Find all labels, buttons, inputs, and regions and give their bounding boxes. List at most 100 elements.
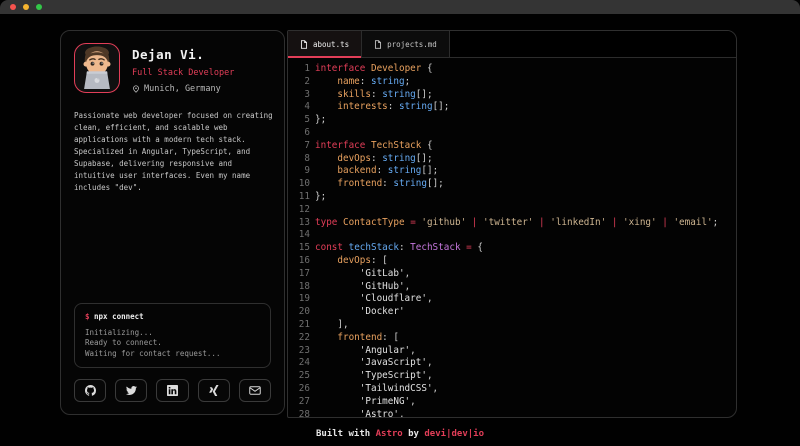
code-editor-panel: about.ts projects.md 1interface Develope… — [287, 30, 737, 418]
line-number: 13 — [288, 217, 310, 230]
code-line: 18 'GitHub', — [288, 281, 736, 294]
code-line: 11}; — [288, 191, 736, 204]
code-area[interactable]: 1interface Developer {2 name: string;3 s… — [288, 58, 736, 417]
astro-link[interactable]: Astro — [376, 429, 403, 439]
line-number: 20 — [288, 306, 310, 319]
terminal-output-line: Initializing... — [85, 328, 260, 339]
line-number: 6 — [288, 127, 310, 140]
code-line: 28 'Astro', — [288, 409, 736, 417]
terminal-output: Initializing... Ready to connect. Waitin… — [85, 328, 260, 360]
code-line: 8 devOps: string[]; — [288, 153, 736, 166]
xing-link-button[interactable] — [198, 379, 230, 402]
email-icon — [249, 385, 261, 396]
line-number: 23 — [288, 345, 310, 358]
file-icon — [300, 40, 308, 49]
line-number: 1 — [288, 63, 310, 76]
profile-role: Full Stack Developer — [132, 68, 234, 78]
tab-label: projects.md — [387, 40, 437, 49]
line-number: 24 — [288, 357, 310, 370]
code-line: 25 'TypeScript', — [288, 370, 736, 383]
profile-header: Dejan Vi. Full Stack Developer Munich, G… — [74, 43, 271, 94]
line-number: 5 — [288, 114, 310, 127]
tab-projects-md[interactable]: projects.md — [362, 31, 450, 57]
line-number: 4 — [288, 101, 310, 114]
terminal-output-line: Ready to connect. — [85, 338, 260, 349]
line-number: 8 — [288, 153, 310, 166]
github-icon — [85, 385, 96, 396]
footer-text: Built with — [316, 429, 376, 439]
minimize-window-button[interactable] — [23, 4, 29, 10]
line-number: 12 — [288, 204, 310, 217]
code-line: 17 'GitLab', — [288, 268, 736, 281]
line-number: 7 — [288, 140, 310, 153]
page-footer: Built with Astro by devi|dev|io — [0, 429, 800, 439]
line-number: 14 — [288, 229, 310, 242]
terminal-widget: $ npx connect Initializing... Ready to c… — [74, 303, 271, 369]
code-line: 27 'PrimeNG', — [288, 396, 736, 409]
profile-card: Dejan Vi. Full Stack Developer Munich, G… — [60, 30, 285, 415]
window-titlebar — [0, 0, 800, 14]
terminal-output-line: Waiting for contact request... — [85, 349, 260, 360]
linkedin-link-button[interactable] — [156, 379, 188, 402]
code-line: 24 'JavaScript', — [288, 357, 736, 370]
code-line: 14 — [288, 229, 736, 242]
code-line: 4 interests: string[]; — [288, 101, 736, 114]
terminal-command: npx connect — [90, 312, 144, 321]
close-window-button[interactable] — [10, 4, 16, 10]
code-line: 23 'Angular', — [288, 345, 736, 358]
location-pin-icon — [132, 85, 140, 93]
code-line: 12 — [288, 204, 736, 217]
line-number: 22 — [288, 332, 310, 345]
code-line: 2 name: string; — [288, 76, 736, 89]
line-number: 16 — [288, 255, 310, 268]
code-line: 1interface Developer { — [288, 63, 736, 76]
code-line: 3 skills: string[]; — [288, 89, 736, 102]
profile-name: Dejan Vi. — [132, 47, 234, 62]
code-line: 22 frontend: [ — [288, 332, 736, 345]
line-number: 11 — [288, 191, 310, 204]
profile-location: Munich, Germany — [132, 84, 234, 94]
line-number: 27 — [288, 396, 310, 409]
code-line: 13type ContactType = 'github' | 'twitter… — [288, 217, 736, 230]
tab-about-ts[interactable]: about.ts — [288, 31, 362, 57]
memoji-avatar-graphic — [75, 44, 119, 92]
twitter-link-button[interactable] — [115, 379, 147, 402]
code-line: 26 'TailwindCSS', — [288, 383, 736, 396]
file-icon — [374, 40, 382, 49]
line-number: 2 — [288, 76, 310, 89]
line-number: 25 — [288, 370, 310, 383]
linkedin-icon — [167, 385, 178, 396]
line-number: 19 — [288, 293, 310, 306]
code-line: 19 'Cloudflare', — [288, 293, 736, 306]
editor-tabbar: about.ts projects.md — [288, 31, 736, 58]
code-line: 6 — [288, 127, 736, 140]
line-number: 10 — [288, 178, 310, 191]
footer-text: by — [403, 429, 425, 439]
profile-identity: Dejan Vi. Full Stack Developer Munich, G… — [132, 43, 234, 94]
code-line: 15const techStack: TechStack = { — [288, 242, 736, 255]
code-line: 7interface TechStack { — [288, 140, 736, 153]
line-number: 17 — [288, 268, 310, 281]
code-line: 20 'Docker' — [288, 306, 736, 319]
email-link-button[interactable] — [239, 379, 271, 402]
code-line: 16 devOps: [ — [288, 255, 736, 268]
twitter-icon — [126, 385, 137, 396]
terminal-command-line: $ npx connect — [85, 312, 260, 321]
line-number: 15 — [288, 242, 310, 255]
code-line: 9 backend: string[]; — [288, 165, 736, 178]
social-links — [74, 379, 271, 402]
maximize-window-button[interactable] — [36, 4, 42, 10]
code-line: 10 frontend: string[]; — [288, 178, 736, 191]
github-link-button[interactable] — [74, 379, 106, 402]
line-number: 28 — [288, 409, 310, 417]
line-number: 9 — [288, 165, 310, 178]
line-number: 18 — [288, 281, 310, 294]
code-line: 5}; — [288, 114, 736, 127]
line-number: 26 — [288, 383, 310, 396]
profile-location-text: Munich, Germany — [144, 84, 221, 94]
code-line: 21 ], — [288, 319, 736, 332]
brand-link[interactable]: devi|dev|io — [424, 429, 484, 439]
tab-label: about.ts — [313, 40, 349, 49]
profile-bio: Passionate web developer focused on crea… — [74, 110, 274, 194]
app-window: Dejan Vi. Full Stack Developer Munich, G… — [0, 0, 800, 446]
